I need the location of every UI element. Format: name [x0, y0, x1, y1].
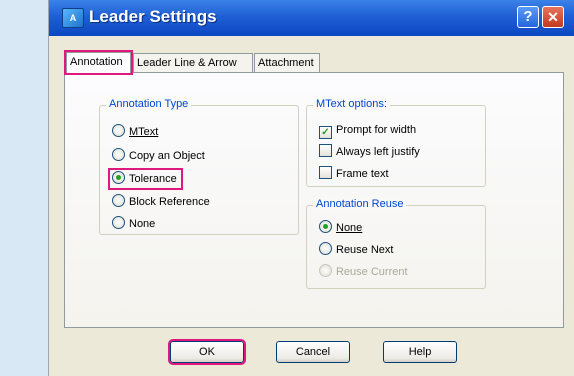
radio-tolerance-label: Tolerance: [129, 173, 177, 185]
ok-button[interactable]: OK: [168, 339, 246, 365]
annotation-reuse-legend: Annotation Reuse: [313, 198, 407, 210]
checkbox-icon: [319, 144, 332, 157]
help-title-button[interactable]: ?: [517, 6, 539, 28]
radio-reuse-current: Reuse Current: [319, 264, 408, 280]
annotation-type-legend: Annotation Type: [106, 98, 192, 110]
radio-reuse-none[interactable]: None: [319, 220, 362, 236]
tab-leader-line-arrow[interactable]: Leader Line & Arrow: [133, 53, 253, 73]
radio-reuse-next-label: Reuse Next: [336, 244, 394, 256]
radio-button-icon: [112, 124, 125, 137]
radio-reuse-next[interactable]: Reuse Next: [319, 242, 393, 258]
radio-button-selected-icon: [112, 171, 125, 184]
mtext-options-group: MText options: ✓ Prompt for width Always …: [306, 98, 486, 187]
radio-tolerance[interactable]: Tolerance: [108, 168, 183, 190]
window-title: Leader Settings: [89, 7, 217, 26]
checkmark-icon: ✓: [319, 126, 332, 139]
tab-attachment[interactable]: Attachment: [254, 53, 320, 73]
annotation-type-group: Annotation Type MText Copy an Object Tol…: [99, 98, 299, 235]
radio-button-disabled-icon: [319, 264, 332, 277]
radio-copy-an-object[interactable]: Copy an Object: [112, 148, 205, 164]
radio-button-icon: [112, 216, 125, 229]
checkbox-prompt-for-width-label: Prompt for width: [336, 124, 417, 136]
radio-none-label: None: [129, 218, 156, 230]
annotation-reuse-group: Annotation Reuse None Reuse Next Reuse C…: [306, 198, 486, 289]
checkbox-prompt-for-width[interactable]: ✓ Prompt for width: [319, 122, 417, 139]
app-icon: A: [62, 8, 84, 28]
radio-button-icon: [319, 242, 332, 255]
checkbox-frame-text[interactable]: Frame text: [319, 166, 389, 182]
radio-mtext-label: MText: [129, 126, 159, 138]
radio-button-icon: [112, 148, 125, 161]
radio-button-icon: [112, 194, 125, 207]
radio-mtext[interactable]: MText: [112, 124, 158, 140]
checkbox-always-left-justify[interactable]: Always left justify: [319, 144, 420, 160]
radio-reuse-current-label: Reuse Current: [336, 266, 408, 278]
radio-reuse-none-label: None: [336, 222, 363, 234]
close-button[interactable]: ✕: [542, 6, 564, 28]
mtext-options-legend: MText options:: [313, 98, 390, 110]
checkbox-icon: [319, 166, 332, 179]
radio-copy-an-object-label: Copy an Object: [129, 150, 205, 162]
radio-block-reference[interactable]: Block Reference: [112, 194, 210, 210]
annotation-tab-panel: Annotation Type MText Copy an Object Tol…: [64, 72, 564, 328]
leader-settings-dialog: A Leader Settings ? ✕ Annotation Leader …: [48, 0, 574, 376]
tab-annotation[interactable]: Annotation: [64, 50, 133, 75]
cancel-button[interactable]: Cancel: [276, 341, 350, 363]
checkbox-frame-text-label: Frame text: [336, 168, 389, 180]
radio-button-selected-icon: [319, 220, 332, 233]
help-button[interactable]: Help: [383, 341, 457, 363]
radio-none[interactable]: None: [112, 216, 155, 232]
radio-block-reference-label: Block Reference: [129, 196, 210, 208]
title-bar[interactable]: A Leader Settings ? ✕: [49, 0, 574, 36]
checkbox-always-left-justify-label: Always left justify: [336, 146, 420, 158]
